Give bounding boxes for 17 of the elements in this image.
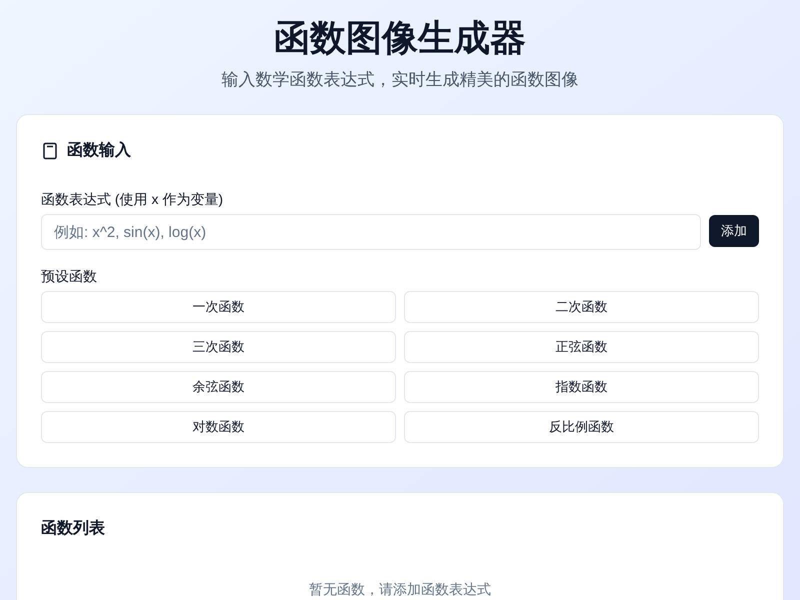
preset-button[interactable]: 二次函数: [404, 291, 759, 323]
page-subtitle: 输入数学函数表达式，实时生成精美的函数图像: [222, 69, 578, 91]
card-title: 函数输入: [67, 140, 131, 161]
page-title: 函数图像生成器: [274, 16, 526, 60]
preset-button[interactable]: 一次函数: [41, 291, 396, 323]
add-button[interactable]: 添加: [709, 215, 759, 247]
preset-button[interactable]: 指数函数: [404, 371, 759, 403]
preset-button[interactable]: 三次函数: [41, 331, 396, 363]
preset-button[interactable]: 正弦函数: [404, 331, 759, 363]
card-title: 函数列表: [41, 518, 106, 539]
field-label: 函数表达式 (使用 x 作为变量): [41, 190, 224, 209]
function-input-field[interactable]: 例如: x^2, sin(x), log(x): [41, 214, 701, 250]
preset-button[interactable]: 反比例函数: [404, 411, 759, 443]
preset-button[interactable]: 余弦函数: [41, 371, 396, 403]
empty-message: 暂无函数，请添加函数表达式: [309, 580, 491, 599]
preset-button[interactable]: 对数函数: [41, 411, 396, 443]
presets-label: 预设函数: [41, 267, 98, 286]
